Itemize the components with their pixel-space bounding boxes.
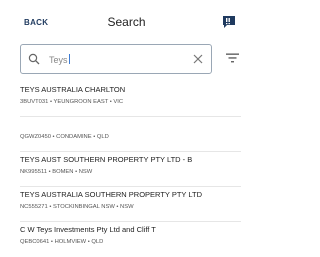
search-icon: [28, 53, 40, 65]
chat-bubble-icon[interactable]: [222, 15, 236, 29]
result-name: TEYS AUST SOUTHERN PROPERTY PTY LTD - B: [20, 155, 193, 164]
search-input[interactable]: Teys: [20, 44, 212, 74]
result-details: NK995511 • BOMEN • NSW: [20, 169, 93, 175]
list-item[interactable]: TEYS AUSTRALIA CHARLTON 3BUVT031 • YEUNG…: [20, 82, 241, 117]
result-name: C W Teys Investments Pty Ltd and Cliff T: [20, 225, 156, 234]
close-icon[interactable]: [193, 54, 203, 64]
result-details: 3BUVT031 • YEUNGROON EAST • VIC: [20, 99, 124, 105]
result-details: QEBC0641 • HOLMVIEW • QLD: [20, 239, 104, 245]
result-details: NC555271 • STOCKINBINGAL NSW • NSW: [20, 204, 134, 210]
filter-icon[interactable]: [226, 53, 239, 63]
search-row: Teys: [0, 44, 253, 78]
page-title: Search: [107, 15, 146, 29]
search-text: Teys: [49, 54, 70, 65]
result-name: TEYS AUSTRALIA SOUTHERN PROPERTY PTY LTD: [20, 190, 202, 199]
result-name: TEYS AUSTRALIA CHARLTON: [20, 85, 126, 94]
list-item[interactable]: TEYS AUST SOUTHERN PROPERTY PTY LTD - B …: [20, 152, 241, 187]
result-name: [20, 117, 241, 130]
result-details: QGWZ0450 • CONDAMINE • QLD: [20, 134, 109, 140]
results-list: TEYS AUSTRALIA CHARLTON 3BUVT031 • YEUNG…: [0, 82, 253, 246]
list-item[interactable]: C W Teys Investments Pty Ltd and Cliff T…: [20, 222, 241, 246]
list-item[interactable]: QGWZ0450 • CONDAMINE • QLD: [20, 117, 241, 152]
list-item[interactable]: TEYS AUSTRALIA SOUTHERN PROPERTY PTY LTD…: [20, 187, 241, 222]
header-bar: BACK Search: [0, 0, 253, 44]
